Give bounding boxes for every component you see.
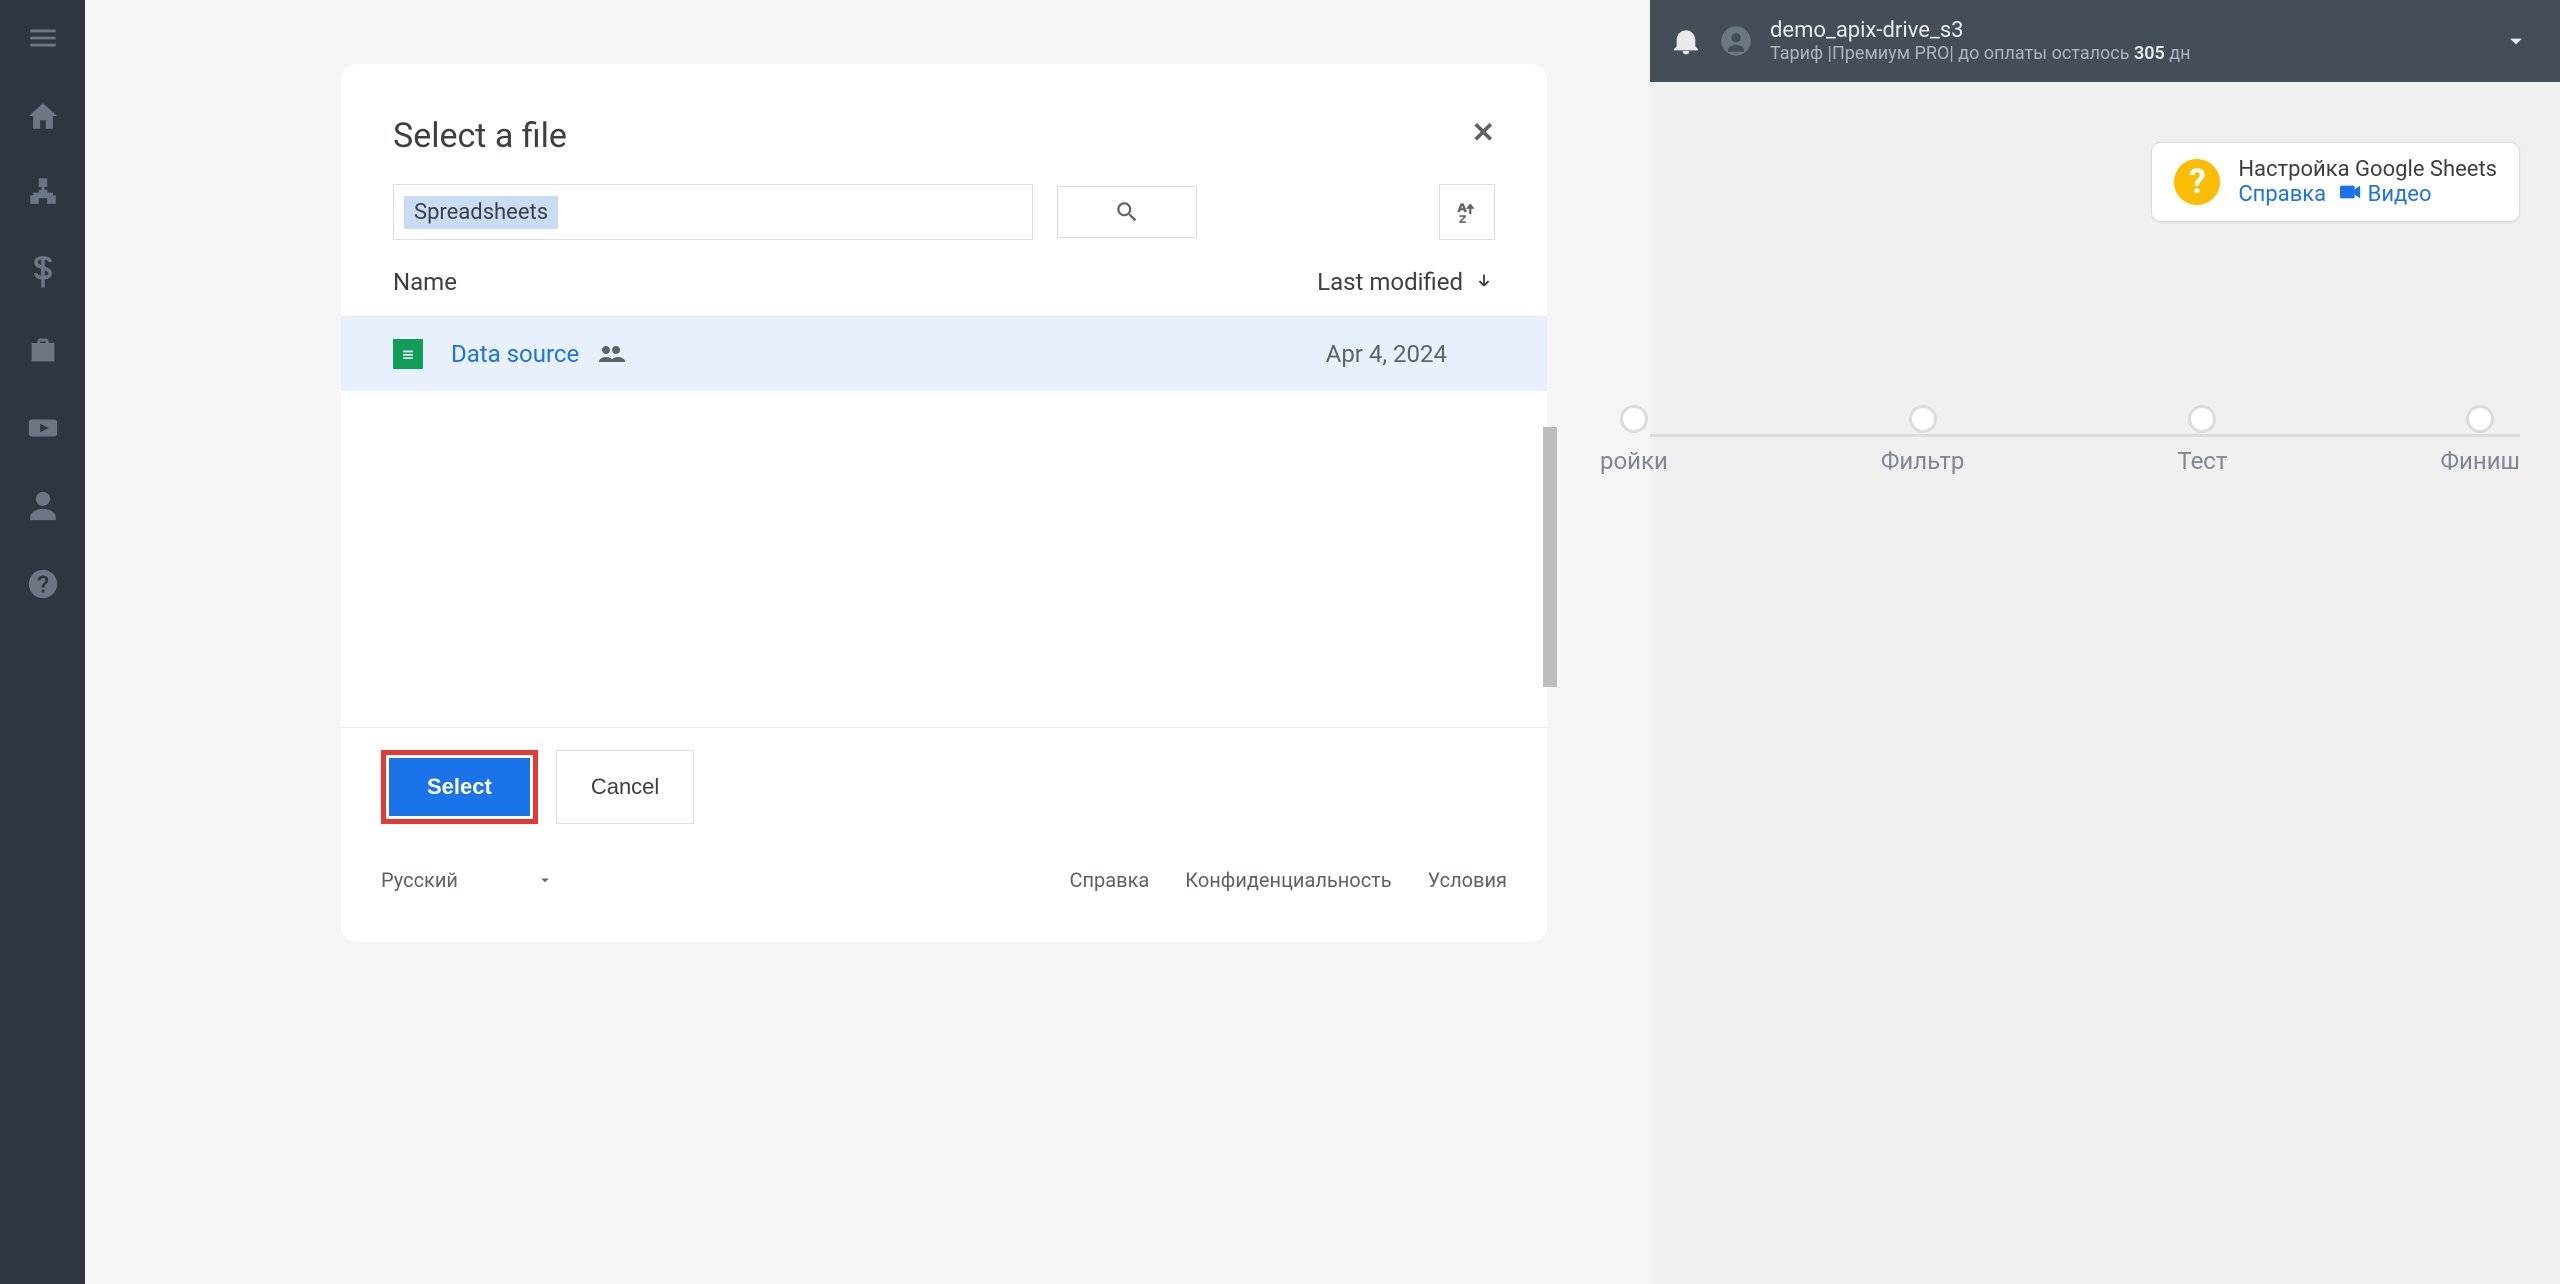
home-icon[interactable] [25, 98, 61, 134]
help-icon[interactable] [25, 566, 61, 602]
step-3[interactable]: Тест [2177, 405, 2227, 475]
bell-icon[interactable] [1670, 25, 1702, 57]
help-title: Настройка Google Sheets [2238, 157, 2497, 182]
arrow-down-icon [1473, 271, 1495, 293]
help-link[interactable]: Справка [2238, 182, 2326, 207]
user-block[interactable]: demo_apix-drive_s3 Тариф |Премиум PRO| д… [1770, 18, 2484, 64]
footer-link-terms[interactable]: Условия [1428, 868, 1507, 892]
file-name: Data source [451, 340, 579, 368]
highlight-ring: Select [381, 750, 538, 824]
plan-text: Тариф |Премиум PRO| до оплаты осталось 3… [1770, 43, 2484, 64]
help-card: ? Настройка Google Sheets Справка Видео [2151, 142, 2520, 222]
topbar: demo_apix-drive_s3 Тариф |Премиум PRO| д… [1650, 0, 2560, 82]
sort-alpha-icon [1454, 199, 1480, 225]
column-modified[interactable]: Last modified [1317, 268, 1495, 296]
sort-button[interactable] [1439, 184, 1495, 240]
footer-link-help[interactable]: Справка [1069, 868, 1149, 892]
video-link[interactable]: Видео [2340, 182, 2431, 207]
stepper: ройки Фильтр Тест Финиш [1600, 420, 2520, 460]
select-button[interactable]: Select [389, 758, 530, 816]
scrollbar-thumb[interactable] [1543, 427, 1557, 687]
table-header: Name Last modified [341, 240, 1547, 317]
left-nav-rail [0, 0, 85, 1284]
search-button[interactable] [1057, 186, 1197, 238]
close-icon[interactable]: ✕ [1472, 116, 1495, 149]
youtube-icon[interactable] [25, 410, 61, 446]
cancel-button[interactable]: Cancel [556, 750, 694, 824]
sheets-icon [393, 339, 423, 369]
help-badge-icon: ? [2174, 159, 2220, 205]
language-selector[interactable]: Русский [381, 868, 554, 892]
video-icon [2340, 183, 2362, 201]
file-date: Apr 4, 2024 [1326, 340, 1495, 368]
chevron-down-icon [536, 871, 554, 889]
modal-title: Select a file [393, 116, 567, 156]
step-2[interactable]: Фильтр [1881, 405, 1964, 475]
chevron-down-icon[interactable] [2502, 27, 2530, 55]
right-panel: ? Настройка Google Sheets Справка Видео … [1650, 82, 2560, 1284]
briefcase-icon[interactable] [25, 332, 61, 368]
avatar-icon[interactable] [1720, 25, 1752, 57]
user-icon[interactable] [25, 488, 61, 524]
file-picker-modal: Select a file ✕ Spreadsheets Name Last m… [341, 64, 1547, 942]
column-name[interactable]: Name [393, 268, 1317, 296]
search-icon [1114, 199, 1140, 225]
step-1[interactable]: ройки [1600, 405, 1668, 475]
dollar-icon[interactable] [25, 254, 61, 290]
modal-footer: Select Cancel [341, 728, 1547, 846]
sitemap-icon[interactable] [25, 176, 61, 212]
footer-link-privacy[interactable]: Конфиденциальность [1185, 868, 1391, 892]
step-4[interactable]: Финиш [2440, 405, 2520, 475]
file-list: Data source Apr 4, 2024 [341, 317, 1547, 717]
shared-icon [597, 344, 625, 364]
menu-icon[interactable] [25, 20, 61, 56]
filter-chip[interactable]: Spreadsheets [404, 196, 558, 229]
username: demo_apix-drive_s3 [1770, 18, 2484, 43]
modal-backdrop: Select a file ✕ Spreadsheets Name Last m… [85, 0, 1650, 1284]
modal-bottom-row: Русский Справка Конфиденциальность Услов… [341, 846, 1547, 942]
file-row[interactable]: Data source Apr 4, 2024 [341, 317, 1547, 391]
filter-input[interactable]: Spreadsheets [393, 184, 1033, 240]
